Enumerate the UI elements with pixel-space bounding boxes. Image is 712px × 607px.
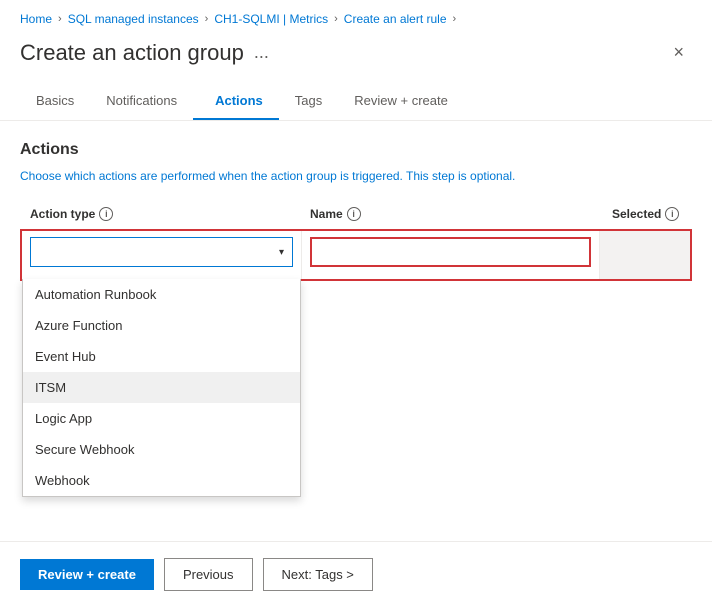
tab-tags[interactable]: Tags <box>279 83 338 120</box>
tab-basics[interactable]: Basics <box>20 83 90 120</box>
breadcrumb: Home › SQL managed instances › CH1-SQLMI… <box>0 0 712 34</box>
action-type-dropdown[interactable]: ▾ <box>30 237 293 267</box>
col-header-action-type: Action type i <box>20 199 300 229</box>
next-tags-button[interactable]: Next: Tags > <box>263 558 373 591</box>
dropdown-item-webhook[interactable]: Webhook <box>23 465 300 496</box>
name-input[interactable] <box>310 237 591 267</box>
previous-button[interactable]: Previous <box>164 558 253 591</box>
breadcrumb-home[interactable]: Home <box>20 12 52 26</box>
table-body: ▾ Automation Runbook Azure Function Even… <box>20 229 692 281</box>
tab-notifications[interactable]: Notifications <box>90 83 193 120</box>
col-header-selected: Selected i <box>602 199 692 229</box>
action-type-cell: ▾ Automation Runbook Azure Function Even… <box>22 231 302 279</box>
breadcrumb-sql[interactable]: SQL managed instances <box>68 12 199 26</box>
dropdown-item-secure-webhook[interactable]: Secure Webhook <box>23 434 300 465</box>
main-content: Actions Choose which actions are perform… <box>0 141 712 281</box>
modal-ellipsis[interactable]: ... <box>254 42 269 63</box>
selected-info-icon[interactable]: i <box>665 207 679 221</box>
dropdown-item-event-hub[interactable]: Event Hub <box>23 341 300 372</box>
col-header-name: Name i <box>300 199 602 229</box>
section-title: Actions <box>20 141 692 159</box>
name-info-icon[interactable]: i <box>347 207 361 221</box>
tab-review-create[interactable]: Review + create <box>338 83 464 120</box>
breadcrumb-alert[interactable]: Create an alert rule <box>344 12 447 26</box>
name-cell <box>302 231 600 279</box>
review-create-button[interactable]: Review + create <box>20 559 154 590</box>
chevron-down-icon: ▾ <box>279 247 284 258</box>
dropdown-item-itsm[interactable]: ITSM <box>23 372 300 403</box>
selected-cell <box>600 231 690 279</box>
modal-title: Create an action group <box>20 40 244 66</box>
action-type-info-icon[interactable]: i <box>99 207 113 221</box>
close-button[interactable]: × <box>665 38 692 67</box>
section-description: Choose which actions are performed when … <box>20 169 692 183</box>
dropdown-item-automation-runbook[interactable]: Automation Runbook <box>23 279 300 310</box>
dropdown-item-logic-app[interactable]: Logic App <box>23 403 300 434</box>
action-type-dropdown-menu: Automation Runbook Azure Function Event … <box>22 279 301 497</box>
table-header: Action type i Name i Selected i <box>20 199 692 229</box>
dropdown-item-azure-function[interactable]: Azure Function <box>23 310 300 341</box>
tab-actions[interactable]: Actions <box>193 83 279 120</box>
breadcrumb-metrics[interactable]: CH1-SQLMI | Metrics <box>214 12 328 26</box>
tab-bar: Basics Notifications Actions Tags Review… <box>0 83 712 121</box>
footer: Review + create Previous Next: Tags > <box>0 541 712 607</box>
modal-header: Create an action group ... × <box>0 34 712 83</box>
